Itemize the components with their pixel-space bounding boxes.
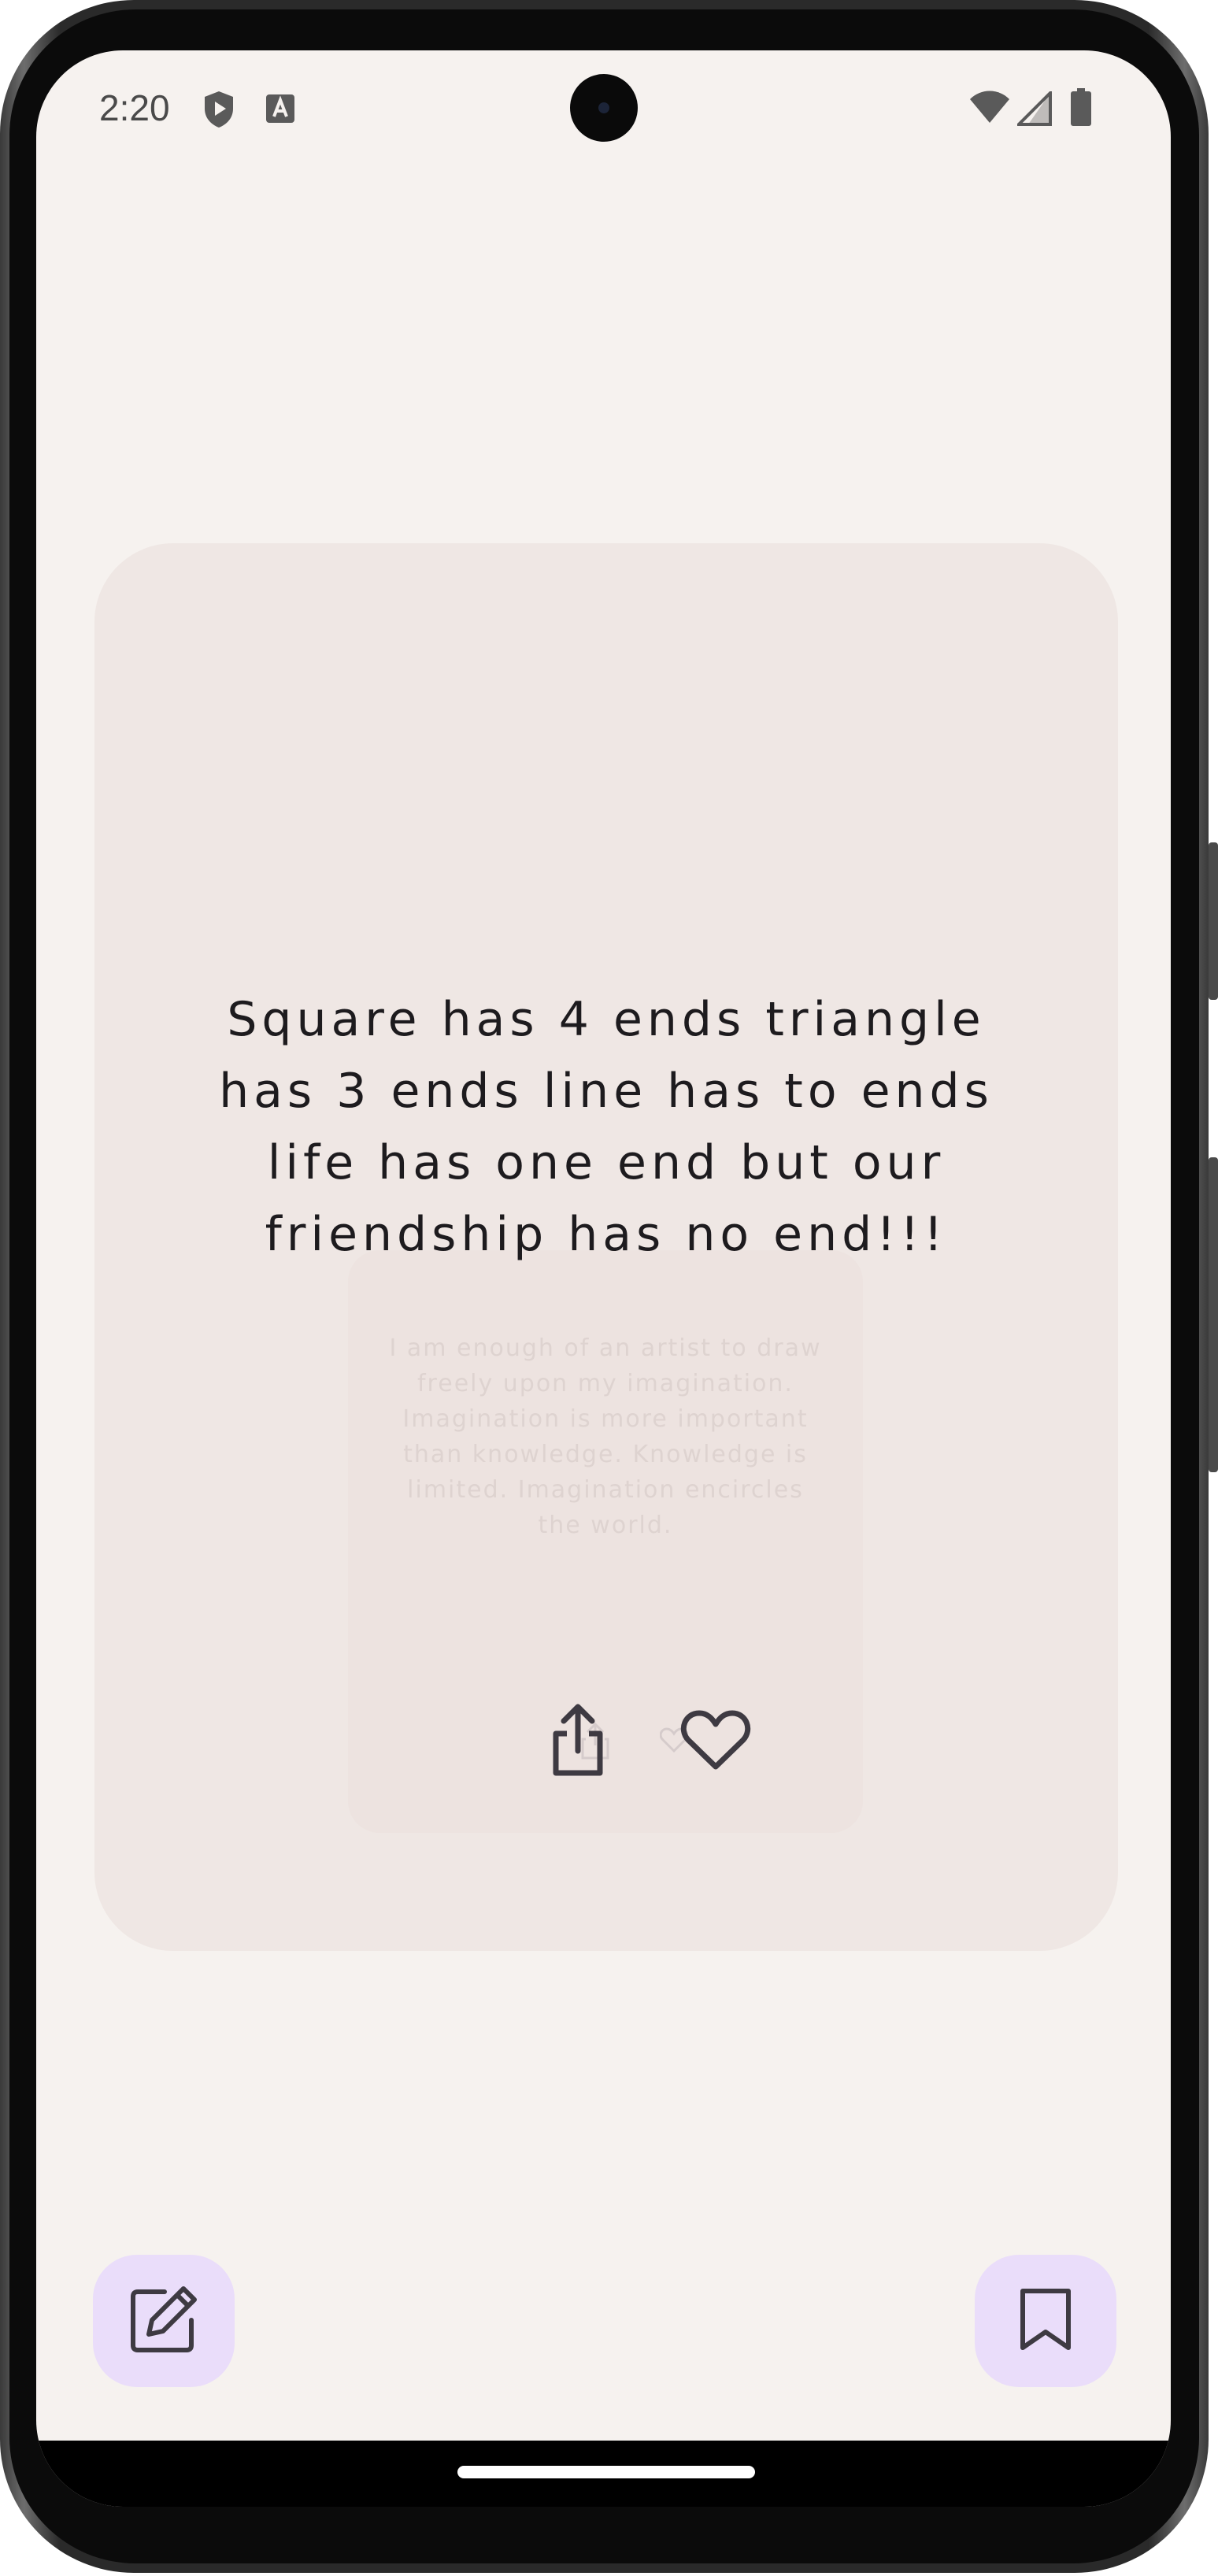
phone-device: 2:20 I am enough of an artist to draw fr… bbox=[0, 0, 1218, 2576]
home-gesture-handle[interactable] bbox=[457, 2466, 755, 2478]
heart-icon[interactable] bbox=[665, 1701, 767, 1779]
share-icon[interactable] bbox=[539, 1693, 617, 1787]
battery-icon bbox=[1071, 88, 1091, 129]
edit-icon bbox=[128, 2284, 199, 2358]
shield-play-icon bbox=[202, 90, 236, 132]
screen: 2:20 I am enough of an artist to draw fr… bbox=[36, 50, 1171, 2507]
background-quote-text: I am enough of an artist to draw freely … bbox=[389, 1334, 822, 1539]
font-a-icon bbox=[265, 93, 296, 128]
bookmark-button[interactable] bbox=[975, 2255, 1116, 2387]
wifi-icon bbox=[968, 90, 1011, 128]
power-button bbox=[1209, 842, 1218, 1000]
volume-button bbox=[1209, 1157, 1218, 1472]
bookmark-icon bbox=[1018, 2286, 1073, 2356]
status-time: 2:20 bbox=[99, 87, 170, 128]
front-camera bbox=[570, 74, 638, 142]
quote-text: Square has 4 ends triangle has 3 ends li… bbox=[219, 992, 994, 1262]
edit-button[interactable] bbox=[93, 2255, 235, 2387]
quote-card: I am enough of an artist to draw freely … bbox=[94, 543, 1118, 1951]
navigation-bar bbox=[36, 2441, 1171, 2507]
signal-icon bbox=[1015, 89, 1052, 129]
